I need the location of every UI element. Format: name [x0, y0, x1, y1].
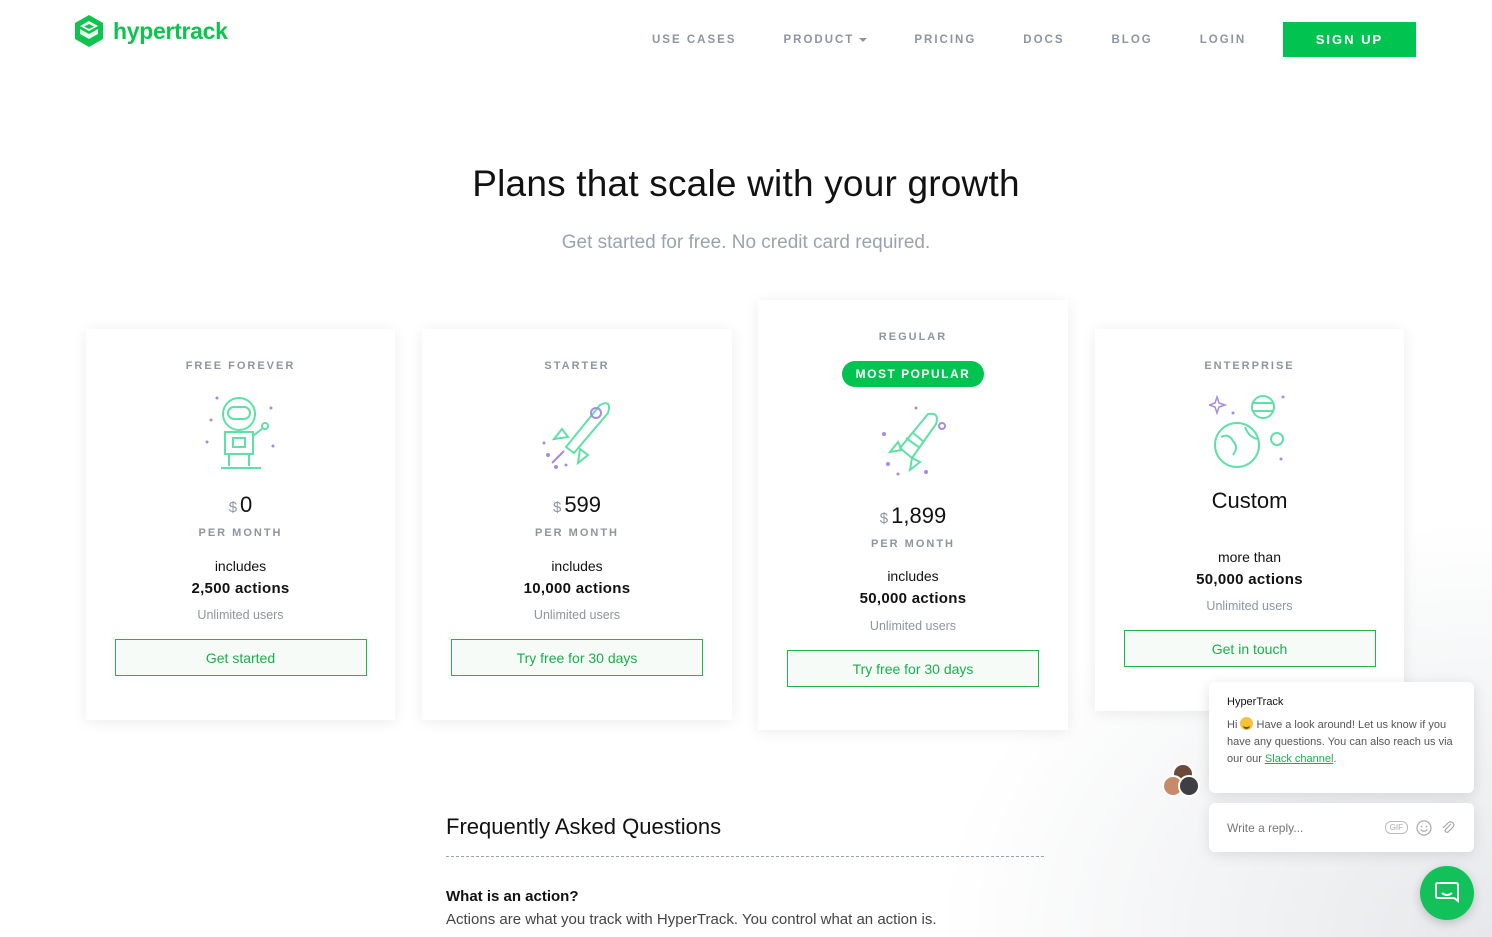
actions-count: 2,500 actions [191, 580, 290, 597]
currency: $ [552, 499, 562, 516]
price-period: PER MONTH [535, 527, 619, 539]
actions-count: 50,000 actions [859, 590, 967, 607]
sign-up-button[interactable]: SIGN UP [1283, 22, 1416, 57]
page-subtitle: Get started for free. No credit card req… [561, 232, 931, 253]
price-period: PER MONTH [198, 527, 283, 539]
slack-channel-link[interactable]: Slack channel [1265, 753, 1334, 765]
get-in-touch-button[interactable]: Get in touch [1123, 630, 1376, 667]
planets-icon [1209, 394, 1285, 468]
brand-name: hypertrack [113, 17, 228, 44]
plan-price: $ 1,899 [758, 503, 1068, 529]
smile-emoji-icon [1240, 717, 1254, 730]
plan-card-free: FREE FOREVER $ 0 PER MONTH includes 2,50… [86, 329, 395, 720]
try-free-button[interactable]: Try free for 30 days [787, 650, 1039, 687]
chat-text: Hi Have a look around! Let us know if yo… [1227, 717, 1456, 768]
plan-price: $ 0 [86, 492, 395, 518]
chat-message: HyperTrack Hi Have a look around! Let us… [1209, 682, 1474, 793]
chat-reply-box: GIF [1209, 803, 1474, 852]
chat-sender: HyperTrack [1227, 696, 1284, 708]
try-free-button[interactable]: Try free for 30 days [451, 639, 703, 676]
price-amount: 0 [240, 492, 253, 517]
faq-title: Frequently Asked Questions [446, 814, 722, 839]
price-amount: 599 [564, 492, 602, 517]
nav-docs[interactable]: DOCS [1023, 34, 1064, 46]
users-label: Unlimited users [533, 608, 621, 622]
users-label: Unlimited users [1206, 599, 1293, 613]
chat-end: . [1333, 753, 1337, 765]
gif-button[interactable]: GIF [1384, 821, 1408, 834]
faq-answer: Actions are what you track with HyperTra… [446, 911, 937, 928]
attachment-icon[interactable] [1440, 820, 1456, 836]
price-amount: 1,899 [891, 503, 947, 528]
includes-label: more than [1217, 549, 1282, 565]
plan-name: FREE FOREVER [185, 360, 296, 372]
includes-label: includes [887, 568, 939, 584]
reply-icons: GIF [1384, 819, 1456, 836]
chat-launcher-button[interactable] [1420, 866, 1474, 920]
nav-product-label: PRODUCT [783, 34, 855, 46]
logo[interactable]: hypertrack [73, 14, 228, 48]
plan-price-custom: Custom [1211, 488, 1288, 513]
nav-login[interactable]: LOGIN [1200, 34, 1246, 46]
faq-divider [446, 856, 1044, 857]
nav-pricing[interactable]: PRICING [914, 34, 976, 46]
actions-count: 10,000 actions [523, 580, 631, 597]
avatar [1178, 775, 1200, 797]
nav-use-cases[interactable]: USE CASES [652, 34, 736, 46]
top-nav: USE CASES PRODUCT PRICING DOCS BLOG LOGI… [652, 22, 1293, 58]
chat-greeting: Hi [1227, 719, 1238, 731]
page-title: Plans that scale with your growth [472, 163, 1020, 204]
actions-count: 50,000 actions [1196, 571, 1303, 588]
plan-card-starter: STARTER $ 599 PER MONTH includes 10,000 … [422, 329, 732, 720]
currency: $ [228, 499, 238, 516]
most-popular-badge: MOST POPULAR [841, 361, 985, 387]
plan-name: ENTERPRISE [1204, 360, 1295, 372]
chat-avatars [1162, 763, 1200, 797]
nav-product[interactable]: PRODUCT [783, 34, 868, 46]
includes-label: includes [551, 558, 603, 574]
plan-name: REGULAR [878, 331, 948, 343]
nav-blog[interactable]: BLOG [1112, 34, 1153, 46]
emoji-icon[interactable] [1416, 819, 1432, 836]
users-label: Unlimited users [197, 608, 284, 622]
includes-label: includes [214, 558, 267, 574]
users-label: Unlimited users [869, 619, 957, 633]
hypertrack-logo-icon [75, 15, 103, 47]
space-shuttle-icon [882, 406, 946, 476]
rocket-icon [542, 402, 610, 469]
faq-question[interactable]: What is an action? [446, 888, 579, 905]
price-period: PER MONTH [871, 538, 955, 550]
reply-input[interactable] [1227, 820, 1377, 835]
plan-price: $ 599 [422, 492, 732, 518]
chat-body: Have a look around! Let us know if you h… [1227, 719, 1453, 765]
chat-bubble-icon [1435, 882, 1459, 903]
get-started-button[interactable]: Get started [114, 639, 367, 676]
plan-card-enterprise: ENTERPRISE Custom more than 50,000 actio… [1095, 329, 1404, 711]
currency: $ [879, 510, 889, 527]
plan-card-regular: REGULAR MOST POPULAR $ 1,899 PER MONTH i… [758, 300, 1068, 730]
plan-name: STARTER [544, 360, 610, 372]
caret-down-icon [859, 38, 868, 42]
astronaut-icon [205, 396, 275, 469]
